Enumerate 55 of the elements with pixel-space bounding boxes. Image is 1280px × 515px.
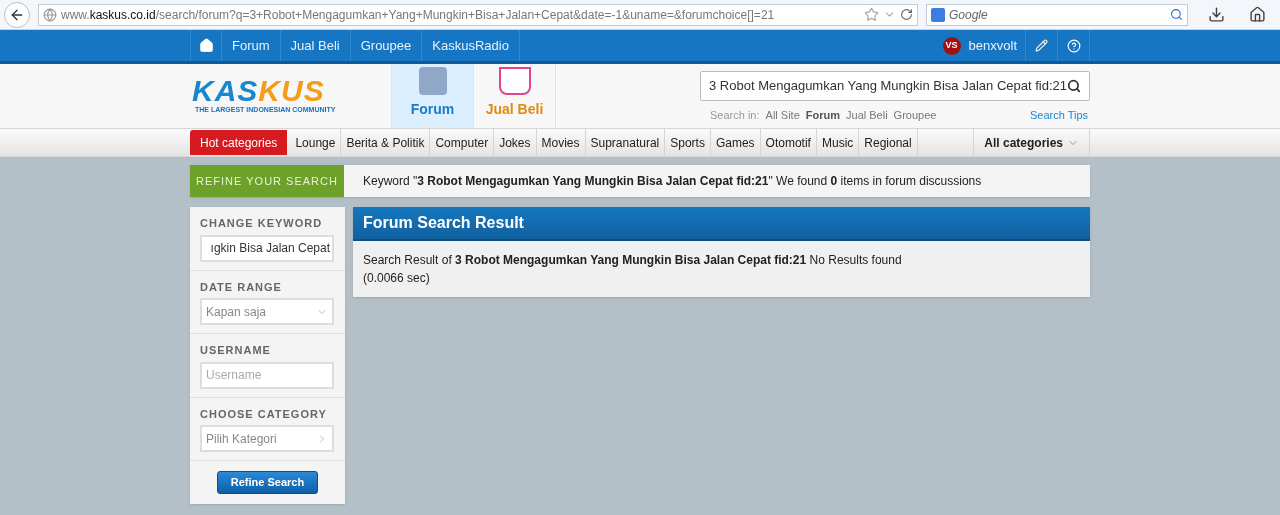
search-scope[interactable]: All Site (765, 107, 800, 124)
field-label: DATE RANGE (200, 279, 283, 295)
all-categories-dropdown[interactable]: All categories (974, 129, 1090, 156)
field-label: CHANGE KEYWORD (200, 216, 324, 231)
globe-icon (43, 7, 57, 22)
refine-search-button[interactable]: Refine Search (217, 471, 318, 494)
result-text: Search Result of 3 Robot Mengagumkan Yang Mungkin Bisa Jalan Cepat fid:21 No Results found (0.0066 sec) (363, 252, 903, 287)
reload-icon[interactable] (900, 8, 913, 21)
username-field[interactable]: Username (200, 361, 334, 389)
search-field[interactable]: 3 Robot Mengagumkan Yang Mungkin Bisa Jalan Cepat fid:21 (700, 71, 1090, 101)
category-link[interactable]: Supranatural (585, 129, 666, 156)
category-link[interactable]: Berita & Politik (341, 129, 431, 156)
search-tips-link[interactable]: Search Tips (1029, 107, 1090, 124)
category-link[interactable]: Lounge (290, 129, 342, 156)
header-tab[interactable]: Forum (391, 64, 473, 128)
url-text: www.kaskus.co.id/search/forum?q=3+Robot+Mengagumkan+Yang+Mungkin+Bisa+Jalan+Cepat&date=-1&uname=&forumchoice[]=21 (61, 6, 775, 24)
nav-link[interactable]: Groupee (350, 30, 423, 61)
back-button[interactable] (4, 1, 30, 28)
search-scope[interactable]: Forum (805, 107, 841, 124)
nav-link[interactable]: KaskusRadio (422, 30, 520, 61)
search-icon (1067, 77, 1081, 95)
home-button[interactable] (190, 30, 222, 61)
pencil-icon (1035, 39, 1048, 52)
nav-link[interactable]: Forum (222, 30, 281, 61)
category-link[interactable]: Jokes (494, 129, 537, 156)
category-link[interactable]: Computer (430, 129, 495, 156)
bookmark-star-icon[interactable] (864, 7, 879, 22)
hot-categories-tab[interactable]: Hot categories (190, 130, 288, 155)
category-link[interactable]: Regional (859, 129, 918, 156)
download-icon[interactable] (1208, 6, 1225, 23)
keyword-field[interactable]: ıgkin Bisa Jalan Cepat (200, 234, 334, 262)
user-avatar[interactable]: VS (942, 36, 961, 55)
category-link[interactable]: Sports (665, 129, 711, 156)
nav-link[interactable]: Jual Beli (280, 30, 351, 61)
category-link[interactable]: Otomotif (760, 129, 817, 156)
search-scope[interactable]: Jual Beli (846, 107, 888, 124)
home-icon (198, 38, 214, 53)
field-label: USERNAME (200, 343, 272, 358)
date-range-dropdown[interactable]: Kapan saja (200, 298, 334, 325)
help-icon (1066, 38, 1081, 53)
search-scope[interactable]: Groupee (893, 107, 937, 124)
home-icon[interactable] (1249, 6, 1266, 23)
search-in-label: Search in: (710, 108, 760, 123)
keyword-summary-text: Keyword "3 Robot Mengagumkan Yang Mungkin Bisa Jalan Cepat fid:21" We found 0 items in forum discussions (363, 173, 982, 190)
web-search-input[interactable]: Google (949, 5, 1166, 24)
url-field[interactable]: www.kaskus.co.id/search/forum?q=3+Robot+Mengagumkan+Yang+Mungkin+Bisa+Jalan+Cepat&date=-1&uname=&forumchoice[]=21 (38, 3, 918, 26)
username-link[interactable]: benxvolt (968, 35, 1017, 56)
category-link[interactable]: Movies (536, 129, 586, 156)
web-search-field[interactable]: Google (926, 3, 1188, 26)
field-label: CHOOSE CATEGORY (200, 406, 328, 422)
result-panel-header: Forum Search Result (353, 207, 1090, 241)
search-icon[interactable] (1170, 8, 1183, 21)
category-link[interactable]: Games (710, 129, 761, 156)
category-dropdown[interactable]: Pilih Kategori (200, 425, 334, 452)
category-link[interactable]: Music (816, 129, 860, 156)
